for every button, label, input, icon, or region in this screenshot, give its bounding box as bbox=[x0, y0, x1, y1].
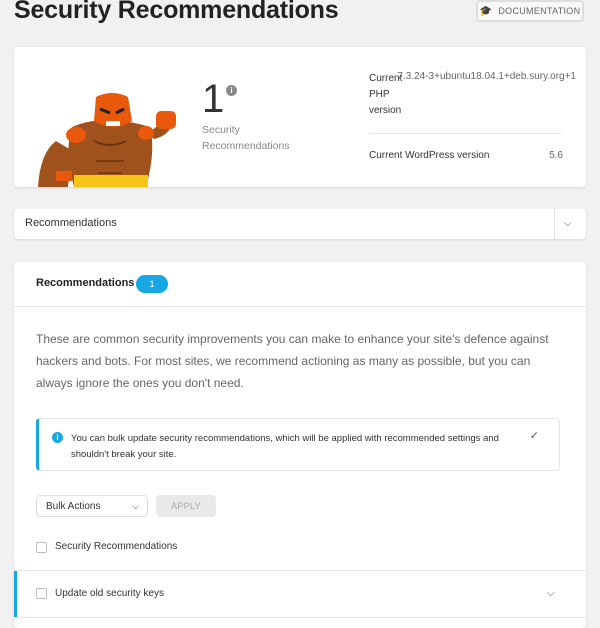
recommendation-count: 1 bbox=[202, 77, 225, 121]
dropdown-separator bbox=[554, 209, 555, 239]
graduation-cap-icon: 🎓 bbox=[479, 5, 493, 17]
documentation-button[interactable]: 🎓 DOCUMENTATION bbox=[476, 0, 584, 22]
bulk-actions-select[interactable]: Bulk Actions ⌵ bbox=[36, 495, 148, 517]
recommendation-count-label: Security Recommendations bbox=[202, 124, 290, 152]
row-divider bbox=[14, 617, 586, 618]
notice-text: You can bulk update security recommendat… bbox=[71, 433, 499, 460]
recommendations-filter-dropdown[interactable]: Recommendations ⌵ bbox=[14, 209, 586, 239]
bulk-update-notice: i You can bulk update security recommend… bbox=[36, 418, 560, 471]
info-icon[interactable]: i bbox=[226, 85, 237, 96]
item-label: Update old security keys bbox=[55, 588, 164, 599]
wp-version-label: Current WordPress version bbox=[369, 150, 490, 161]
panel-description: These are common security improvements y… bbox=[36, 332, 549, 390]
panel-title: Recommendations bbox=[36, 277, 135, 289]
meta-divider bbox=[369, 133, 562, 134]
chevron-down-icon: ⌵ bbox=[132, 501, 139, 511]
summary-card: 1 i Security Recommendations Current PHP… bbox=[14, 47, 586, 187]
count-badge: 1 bbox=[136, 275, 168, 293]
check-icon[interactable]: ✓ bbox=[530, 429, 539, 442]
filter-dropdown-label: Recommendations bbox=[25, 217, 117, 229]
chevron-down-icon[interactable]: ⌵ bbox=[547, 588, 555, 599]
list-item[interactable]: Update old security keys ⌵ bbox=[14, 571, 586, 617]
apply-button[interactable]: APPLY bbox=[156, 495, 216, 517]
bulk-actions-value: Bulk Actions bbox=[46, 501, 101, 512]
recommendations-panel: Recommendations 1 These are common secur… bbox=[14, 262, 586, 628]
hero-mascot-image bbox=[38, 93, 176, 187]
documentation-label: DOCUMENTATION bbox=[498, 6, 581, 16]
php-version-value: 7.3.24-3+ubuntu18.04.1+deb.sury.org+1 bbox=[397, 71, 576, 82]
item-checkbox[interactable] bbox=[36, 588, 47, 599]
select-all-label: Security Recommendations bbox=[55, 541, 178, 552]
panel-header: Recommendations 1 bbox=[14, 262, 586, 307]
select-all-checkbox[interactable] bbox=[36, 542, 47, 553]
info-icon: i bbox=[52, 432, 63, 443]
page-title: Security Recommendations bbox=[14, 0, 339, 24]
wp-version-value: 5.6 bbox=[549, 150, 563, 161]
chevron-down-icon[interactable]: ⌵ bbox=[564, 218, 572, 229]
